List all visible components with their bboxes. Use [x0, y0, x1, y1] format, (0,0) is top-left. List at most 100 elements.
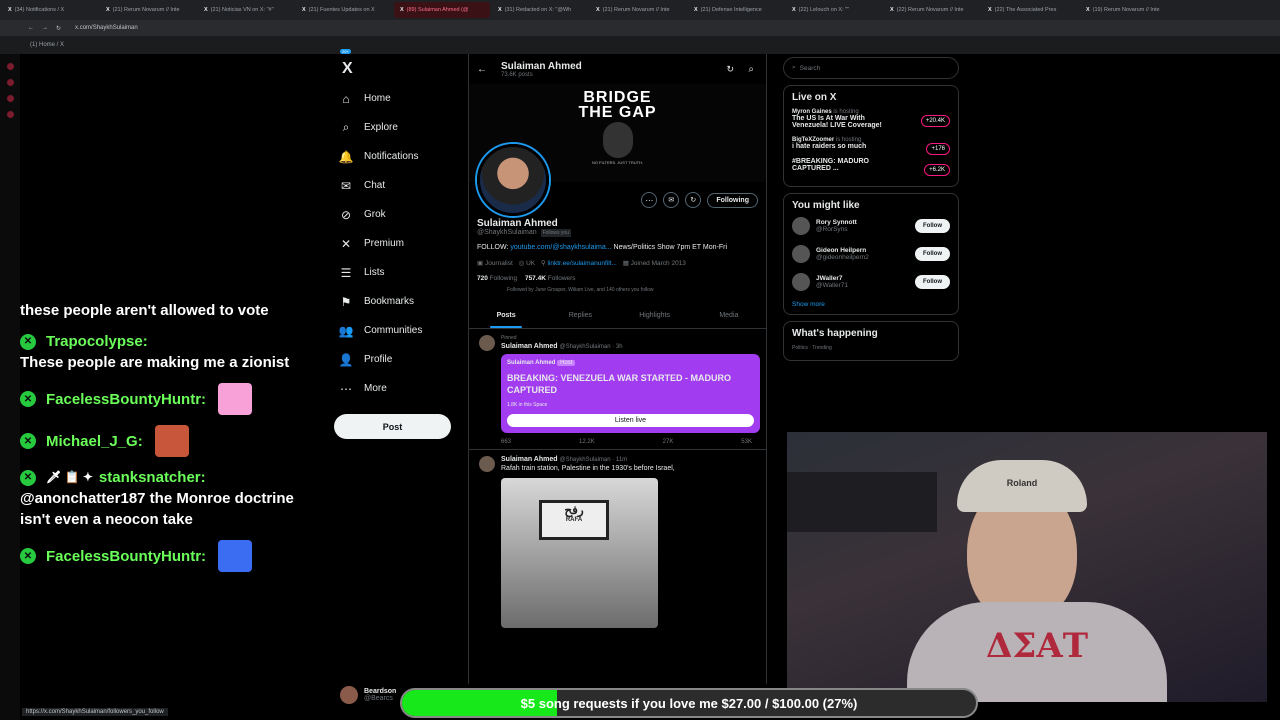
nav-item-more[interactable]: ⋯ More [334, 374, 464, 403]
profile-column: ← Sulaiman Ahmed 73.6K posts ↻ ⌕ BRIDGE … [468, 54, 767, 684]
chat-message: ✕ FacelessBountyHuntr: [20, 540, 310, 572]
strip-icon[interactable] [6, 63, 14, 70]
account-handle: @Bearcs [364, 695, 393, 702]
follow-button[interactable]: Follow [915, 247, 950, 261]
show-more-link[interactable]: Show more [792, 301, 950, 308]
url-field[interactable]: x.com/ShaykhSulaiman [75, 25, 138, 31]
view-count[interactable]: 53K [741, 439, 752, 445]
search-icon[interactable]: ⌕ [748, 64, 754, 75]
bio-link[interactable]: youtube.com/@shaykhsulaima... [510, 244, 611, 251]
browser-tab[interactable]: X (21) Rerum Novarum // Inte [100, 2, 196, 18]
nav-item-grok[interactable]: ⊘ Grok [334, 200, 464, 229]
nav-item-lists[interactable]: ☰ Lists [334, 258, 464, 287]
nav-item-communities[interactable]: 👥 Communities [334, 316, 464, 345]
reply-count[interactable]: 663 [501, 439, 511, 445]
follow-button[interactable]: Follow [915, 275, 950, 289]
post-image[interactable]: رفح RAFA [501, 478, 658, 628]
x-logo-icon[interactable]: X [334, 54, 464, 84]
avatar[interactable] [479, 456, 495, 472]
x-favicon-icon: X [302, 7, 306, 13]
nav-item-explore[interactable]: ⌕ Explore [334, 113, 464, 142]
followers-count[interactable]: 757.4K [525, 275, 546, 282]
post-button[interactable]: Post [334, 414, 451, 439]
nav-item-home[interactable]: ⌂ Home [334, 84, 464, 113]
x-premium-icon: ✕ [340, 236, 352, 251]
bookmark-icon: ⚑ [340, 294, 352, 309]
host-tag: Host [557, 360, 576, 366]
more-options-icon[interactable]: ⋯ [641, 192, 658, 208]
live-space-item[interactable]: BigTeXZoomer is hosting i hate raiders so… [792, 137, 950, 155]
profile-website[interactable]: linktr.ee/sulaimanunfilt... [548, 260, 617, 267]
nav-item-chat[interactable]: ✉ 20+ Chat [334, 49, 464, 200]
browser-tab[interactable]: X (89) Sulaiman Ahmed (@ [394, 2, 490, 18]
search-box[interactable]: ⌕ Search [783, 57, 959, 79]
browser-tab[interactable]: X (21) Noticias VN on X: "#" [198, 2, 294, 18]
refresh-icon[interactable]: ↻ [726, 64, 734, 75]
trend-category: Politics · Trending [792, 345, 832, 351]
strip-icon[interactable] [6, 111, 14, 118]
live-space-item[interactable]: Myron Gaines is hosting The US Is At War … [792, 109, 950, 129]
space-card[interactable]: Sulaiman Ahmed Host BREAKING: VENEZUELA … [501, 354, 760, 433]
chat-badges: 🗡 📋 ✦ [46, 470, 93, 484]
suggested-user[interactable]: Gideon Heilpern @gideonheilpern2 Follow [792, 245, 950, 263]
strip-icon[interactable] [6, 79, 14, 86]
strip-icon[interactable] [6, 95, 14, 102]
x-favicon-icon: X [106, 7, 110, 13]
suggested-user[interactable]: JWaller7 @Waller71 Follow [792, 273, 950, 291]
browser-tab[interactable]: X (31) Redacted on X: "@Wh [492, 2, 588, 18]
like-count[interactable]: 27K [663, 439, 674, 445]
followed-by[interactable]: Followed by June Grouper, Wiliam Live, a… [477, 287, 758, 293]
nav-item-label: Explore [364, 122, 398, 133]
browser-tab[interactable]: X (22) Lelouch on X: "" [786, 2, 882, 18]
browser-tab[interactable]: X (22) The Associated Pres [982, 2, 1078, 18]
avatar[interactable] [792, 273, 810, 291]
bio-prefix: FOLLOW: [477, 244, 511, 251]
back-icon[interactable]: ← [28, 25, 34, 31]
nav-item-profile[interactable]: 👤 Profile [334, 345, 464, 374]
tab-highlights[interactable]: Highlights [618, 303, 692, 328]
account-switcher[interactable]: Beardson @Bearcs [340, 686, 396, 704]
chat-text: @anonchatter187 the Monroe doctrine isn'… [20, 490, 294, 528]
live-space-item[interactable]: #BREAKING: MADURO CAPTURED ... +6.2K [792, 158, 950, 176]
tab-media[interactable]: Media [692, 303, 766, 328]
tab-title: (31) Redacted on X: "@Wh [504, 7, 572, 13]
message-icon[interactable]: ✉ [663, 192, 680, 208]
post-actions: 663 12.2K 27K 53K [501, 439, 756, 445]
nav-item-bookmarks[interactable]: ⚑ Bookmarks [334, 287, 464, 316]
post-author[interactable]: Sulaiman Ahmed [501, 343, 558, 350]
tab-posts[interactable]: Posts [469, 303, 543, 328]
browser-tab[interactable]: X (19) Rerum Novarum // Inte [1080, 2, 1176, 18]
listen-live-button[interactable]: Listen live [507, 414, 754, 427]
avatar[interactable] [792, 245, 810, 263]
subscribe-icon[interactable]: ↻ [685, 192, 702, 208]
following-button[interactable]: Following [707, 192, 758, 208]
nav-item-notifications[interactable]: 🔔 20+ Notifications [334, 49, 464, 171]
chat-username: stanksnatcher: [98, 469, 206, 486]
profile-meta: ▣ Journalist ◎ UK ⚲ linktr.ee/sulaimanun… [477, 259, 758, 267]
person-icon: 👤 [338, 352, 354, 367]
post[interactable]: Sulaiman Ahmed @ShaykhSulaiman · 11m Raf… [469, 450, 766, 632]
browser-tab[interactable]: X (21) Rerum Novarum // Inte [590, 2, 686, 18]
tab-replies[interactable]: Replies [543, 303, 617, 328]
tab-title: (21) Rerum Novarum // Inte [602, 7, 670, 13]
profile-name: Sulaiman Ahmed [477, 218, 558, 229]
tab-title: (22) The Associated Pres [994, 7, 1057, 13]
avatar[interactable] [792, 217, 810, 235]
browser-tab[interactable]: X (22) Rerum Novarum // Inte [884, 2, 980, 18]
forward-icon[interactable]: → [42, 25, 48, 31]
browser-tab[interactable]: X (34) Notifications / X [2, 2, 98, 18]
bookmark-home[interactable]: (1) Home / X [30, 42, 64, 48]
avatar[interactable] [479, 335, 495, 351]
back-arrow-icon[interactable]: ← [477, 64, 487, 75]
repost-count[interactable]: 12.2K [579, 439, 595, 445]
profile-avatar[interactable] [477, 144, 549, 216]
nav-item-premium[interactable]: ✕ Premium [334, 229, 464, 258]
pinned-post[interactable]: Pinned Sulaiman Ahmed @ShaykhSulaiman · … [469, 329, 766, 450]
following-count[interactable]: 720 [477, 275, 488, 282]
browser-tab[interactable]: X (21) Fuentes Updates on X [296, 2, 392, 18]
follow-button[interactable]: Follow [915, 219, 950, 233]
suggested-user[interactable]: Rory Synnott @RorSyns Follow [792, 217, 950, 235]
browser-tab[interactable]: X (21) Defense Intelligence [688, 2, 784, 18]
post-author[interactable]: Sulaiman Ahmed [501, 456, 558, 463]
reload-icon[interactable]: ↻ [56, 25, 61, 32]
